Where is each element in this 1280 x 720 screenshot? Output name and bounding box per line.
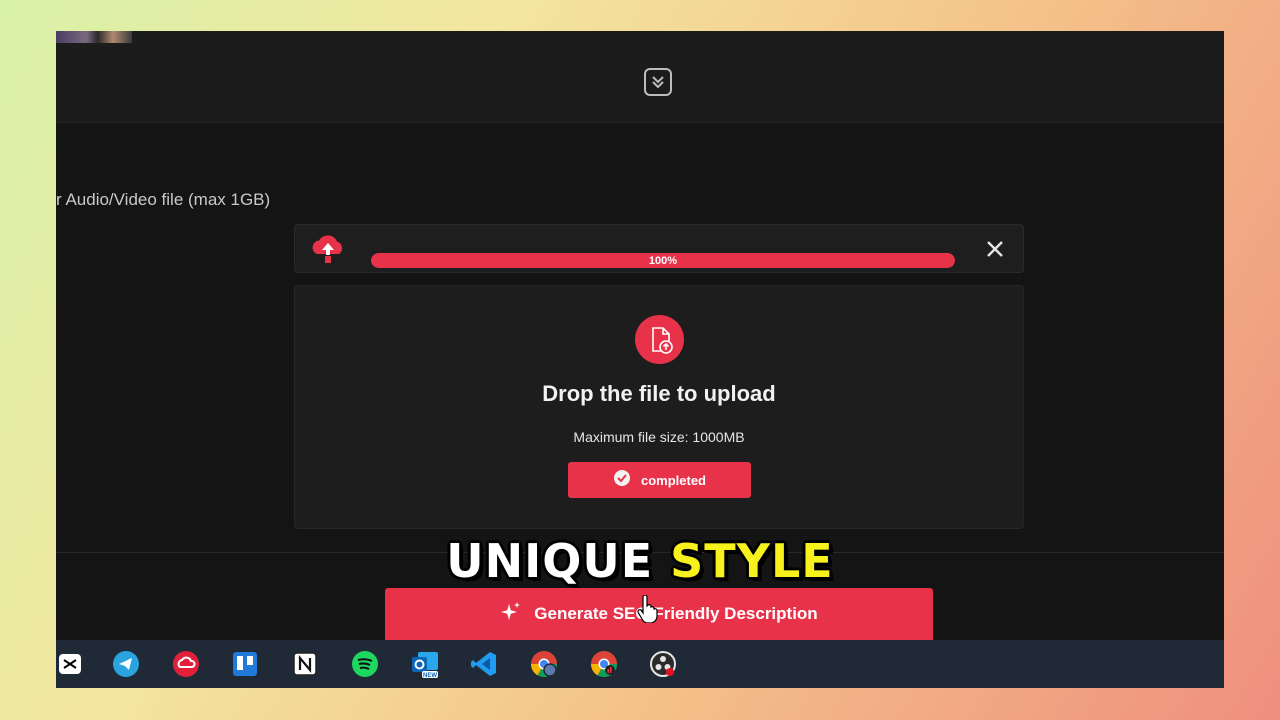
top-bar (56, 31, 1224, 123)
screen: r Audio/Video file (max 1GB) 100% Drop t… (56, 31, 1224, 688)
notion-icon[interactable] (290, 649, 320, 679)
outlook-new-icon[interactable]: NEW (410, 649, 440, 679)
completed-status-button[interactable]: completed (568, 462, 751, 498)
trello-icon[interactable] (230, 649, 260, 679)
hand-cursor-icon (636, 594, 658, 628)
file-upload-icon (635, 315, 684, 364)
file-drop-zone[interactable]: Drop the file to upload Maximum file siz… (294, 285, 1024, 529)
telegram-icon[interactable] (111, 649, 141, 679)
taskbar: NEW (56, 640, 1224, 688)
generate-description-button[interactable]: Generate SEO Friendly Description (385, 588, 933, 640)
cloud-upload-icon (309, 234, 347, 269)
svg-text:NEW: NEW (423, 673, 437, 679)
vscode-icon[interactable] (469, 649, 499, 679)
completed-label: completed (640, 472, 706, 488)
webcam-overlay (56, 31, 132, 43)
capcut-icon[interactable] (56, 649, 86, 679)
upload-progress-fill: 100% (371, 253, 955, 268)
chrome-icon[interactable] (575, 640, 633, 688)
max-file-size-text: Maximum file size: 1000MB (573, 429, 745, 445)
generate-description-label: Generate SEO Friendly Description (534, 604, 818, 623)
upload-progress-row: 100% (294, 224, 1024, 273)
upload-progress-bar: 100% (371, 253, 955, 268)
caption-word-1: UNIQUE (446, 534, 654, 588)
obs-icon[interactable] (648, 649, 678, 679)
check-circle-icon (613, 469, 631, 492)
chrome-profile-icon[interactable] (529, 649, 559, 679)
close-icon[interactable] (985, 239, 1005, 259)
drop-title: Drop the file to upload (542, 381, 776, 406)
upload-section-label: r Audio/Video file (max 1GB) (56, 190, 271, 209)
collapse-chevron-icon[interactable] (644, 68, 672, 96)
video-caption: UNIQUE STYLE (0, 534, 1280, 588)
spotify-icon[interactable] (350, 649, 380, 679)
upload-progress-label: 100% (648, 254, 678, 267)
caption-word-2: STYLE (670, 534, 834, 588)
creative-cloud-icon[interactable] (171, 649, 201, 679)
sparkle-icon (500, 601, 522, 628)
